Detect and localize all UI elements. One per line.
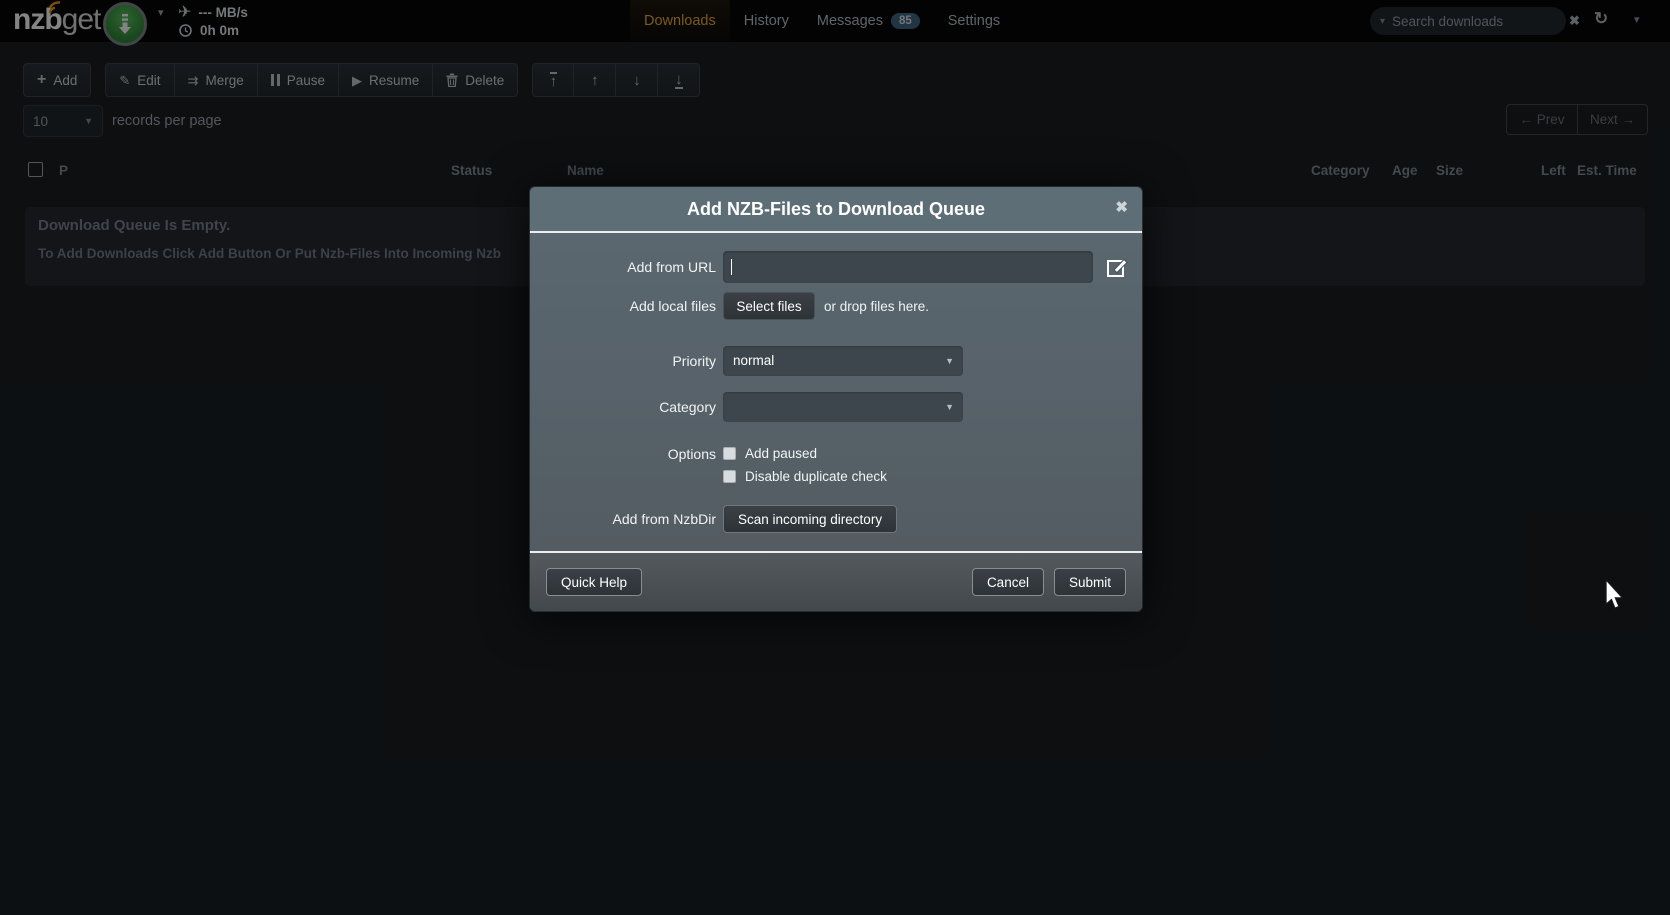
close-icon[interactable]: ✖: [1115, 200, 1128, 215]
local-files-label: Add local files: [530, 298, 716, 314]
priority-caret-icon: ▼: [945, 346, 954, 376]
scan-incoming-directory-button[interactable]: Scan incoming directory: [723, 505, 897, 533]
disable-duplicate-check-label: Disable duplicate check: [745, 469, 887, 484]
nzbdir-label: Add from NzbDir: [530, 511, 716, 527]
url-input-wrap: [723, 251, 1093, 283]
disable-duplicate-check-checkbox[interactable]: [723, 470, 736, 483]
url-input[interactable]: [723, 251, 1093, 283]
add-nzb-dialog: Add NZB-Files to Download Queue ✖ Add fr…: [529, 186, 1143, 612]
cancel-button[interactable]: Cancel: [972, 568, 1044, 596]
text-cursor: [731, 259, 732, 275]
add-paused-label: Add paused: [745, 446, 817, 461]
quick-help-button[interactable]: Quick Help: [546, 568, 642, 596]
category-label: Category: [530, 399, 716, 415]
dialog-body: Add from URL Add local files Select file…: [530, 233, 1142, 533]
add-paused-checkbox[interactable]: [723, 447, 736, 460]
mouse-cursor: [1603, 580, 1625, 610]
select-files-button[interactable]: Select files: [723, 292, 815, 320]
dialog-footer: Quick Help Cancel Submit: [530, 551, 1142, 611]
dialog-title: Add NZB-Files to Download Queue: [687, 199, 985, 220]
url-label: Add from URL: [530, 259, 716, 275]
submit-button[interactable]: Submit: [1054, 568, 1126, 596]
options-label: Options: [530, 446, 716, 462]
category-caret-icon: ▼: [945, 392, 954, 422]
dialog-header: Add NZB-Files to Download Queue ✖: [530, 187, 1142, 233]
priority-label: Priority: [530, 353, 716, 369]
priority-value: normal: [733, 353, 774, 368]
priority-select[interactable]: normal ▼: [723, 346, 963, 376]
drop-files-hint: or drop files here.: [824, 299, 929, 314]
paste-edit-icon[interactable]: [1106, 256, 1129, 279]
category-select[interactable]: ▼: [723, 392, 963, 422]
